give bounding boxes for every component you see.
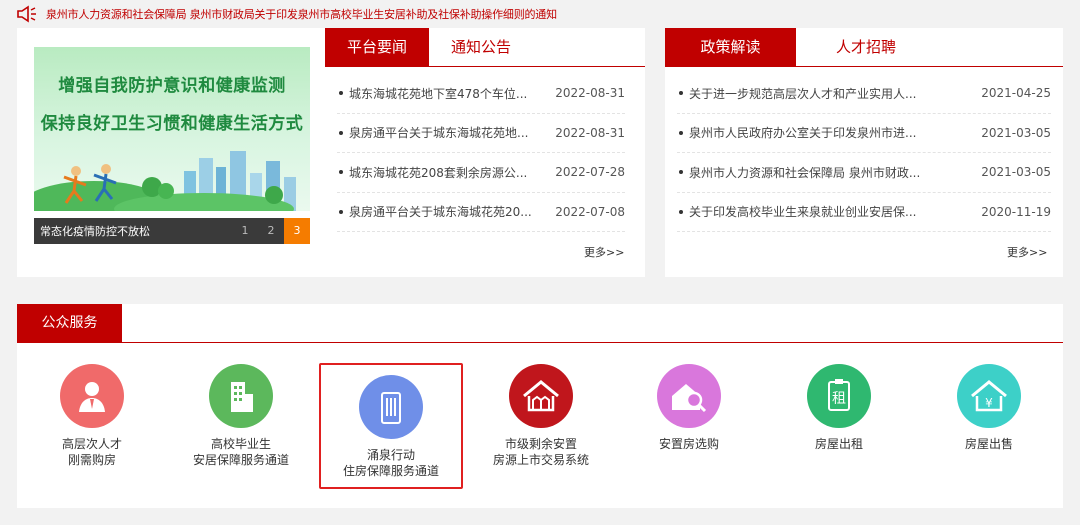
bullet-icon [679, 130, 683, 135]
news-title[interactable]: 城东海城花苑地下室478个车位... [349, 85, 555, 102]
tab-policy-interpretation[interactable]: 政策解读 [665, 28, 796, 67]
list-item[interactable]: 泉房通平台关于城东海城花苑20... 2022-07-08 [337, 193, 625, 232]
left-tabs: 平台要闻 通知公告 [325, 28, 645, 67]
news-title[interactable]: 泉房通平台关于城东海城花苑地... [349, 124, 555, 141]
banner-carousel[interactable]: 增强自我防护意识和健康监测 保持良好卫生习惯和健康生活方式 常态化疫情防控不放松… [34, 47, 310, 244]
left-news-list: 城东海城花苑地下室478个车位... 2022-08-31 泉房通平台关于城东海… [337, 74, 625, 232]
service-label: 安置房选购 [614, 436, 764, 452]
svg-text:租: 租 [832, 391, 846, 407]
list-item[interactable]: 泉州市人力资源和社会保障局 泉州市财政... 2021-03-05 [677, 153, 1051, 193]
tower-icon [359, 375, 423, 439]
list-item[interactable]: 城东海城花苑地下室478个车位... 2022-08-31 [337, 74, 625, 114]
tab-platform-news[interactable]: 平台要闻 [325, 28, 429, 67]
news-title[interactable]: 关于进一步规范高层次人才和产业实用人... [689, 85, 981, 102]
service-label-line1: 涌泉行动 [366, 448, 415, 462]
carousel-page-3[interactable]: 3 [284, 218, 310, 244]
service-label-line2: 刚需购房 [67, 453, 116, 467]
bullet-icon [679, 209, 683, 214]
news-date: 2021-03-05 [981, 125, 1051, 140]
service-label-line1: 房屋出售 [964, 437, 1013, 451]
news-title[interactable]: 泉州市人力资源和社会保障局 泉州市财政... [689, 164, 981, 181]
notice-text[interactable]: 泉州市人力资源和社会保障局 泉州市财政局关于印发泉州市高校毕业生安居补助及社保补… [46, 6, 557, 22]
service-label: 房屋出租 [764, 436, 914, 452]
service-label-line2: 房源上市交易系统 [492, 453, 589, 467]
news-date: 2022-07-08 [555, 204, 625, 219]
sale-icon: ¥ [957, 364, 1021, 428]
service-label-line1: 市级剩余安置 [504, 437, 577, 451]
houses-icon [509, 364, 573, 428]
bullet-icon [339, 170, 343, 175]
news-panel-right: 政策解读 人才招聘 关于进一步规范高层次人才和产业实用人... 2021-04-… [665, 28, 1063, 277]
bullet-icon [339, 130, 343, 135]
banner-image[interactable]: 增强自我防护意识和健康监测 保持良好卫生习惯和健康生活方式 [34, 47, 310, 218]
news-date: 2021-03-05 [981, 165, 1051, 180]
service-resettlement-purchase[interactable]: 安置房选购 [614, 364, 764, 452]
building-icon [209, 364, 273, 428]
service-talent-housing[interactable]: 高层次人才 刚需购房 [17, 364, 167, 468]
news-title[interactable]: 关于印发高校毕业生来泉就业创业安居保... [689, 203, 981, 220]
service-label: 市级剩余安置 房源上市交易系统 [466, 436, 616, 468]
banner-line-2: 保持良好卫生习惯和健康生活方式 [40, 114, 304, 134]
service-label-line1: 房屋出租 [814, 437, 863, 451]
bullet-icon [339, 91, 343, 96]
news-title[interactable]: 泉房通平台关于城东海城花苑20... [349, 203, 555, 220]
news-date: 2021-04-25 [981, 86, 1051, 101]
service-label-line1: 高层次人才 [61, 437, 122, 451]
list-item[interactable]: 泉房通平台关于城东海城花苑地... 2022-08-31 [337, 114, 625, 153]
city-skyline-illustration [34, 151, 310, 218]
list-item[interactable]: 关于进一步规范高层次人才和产业实用人... 2021-04-25 [677, 74, 1051, 114]
tab-notices[interactable]: 通知公告 [429, 28, 533, 67]
carousel-caption[interactable]: 常态化疫情防控不放松 [34, 223, 232, 239]
news-date: 2022-07-28 [555, 165, 625, 180]
right-tabs: 政策解读 人才招聘 [665, 28, 1063, 67]
carousel-page-1[interactable]: 1 [232, 218, 258, 244]
more-link-left[interactable]: 更多>> [584, 244, 624, 260]
megaphone-icon [16, 5, 38, 23]
services-header: 公众服务 [17, 304, 1063, 343]
news-date: 2020-11-19 [981, 204, 1051, 219]
service-label: 涌泉行动 住房保障服务通道 [321, 447, 461, 479]
house-search-icon [657, 364, 721, 428]
bullet-icon [679, 91, 683, 96]
bullet-icon [339, 209, 343, 214]
list-item[interactable]: 泉州市人民政府办公室关于印发泉州市进... 2021-03-05 [677, 114, 1051, 153]
service-house-rent[interactable]: 租 房屋出租 [764, 364, 914, 452]
bullet-icon [679, 170, 683, 175]
service-yongquan-action[interactable]: 涌泉行动 住房保障服务通道 [319, 363, 463, 489]
public-services-panel: 公众服务 高层次人才 刚需购房 高校毕业生 安居保障服务通道 涌泉行动 住房保障… [17, 304, 1063, 508]
service-graduate-housing[interactable]: 高校毕业生 安居保障服务通道 [166, 364, 316, 468]
banner-line-1: 增强自我防护意识和健康监测 [58, 76, 286, 96]
news-panel-left: 增强自我防护意识和健康监测 保持良好卫生习惯和健康生活方式 常态化疫情防控不放松… [17, 28, 645, 277]
list-item[interactable]: 城东海城花苑208套剩余房源公... 2022-07-28 [337, 153, 625, 193]
service-label-line2: 住房保障服务通道 [342, 464, 439, 478]
service-label-line2: 安居保障服务通道 [192, 453, 289, 467]
service-resettlement-trading[interactable]: 市级剩余安置 房源上市交易系统 [466, 364, 616, 468]
service-label-line1: 安置房选购 [658, 437, 719, 451]
news-date: 2022-08-31 [555, 125, 625, 140]
person-icon [60, 364, 124, 428]
right-news-list: 关于进一步规范高层次人才和产业实用人... 2021-04-25 泉州市人民政府… [677, 74, 1051, 232]
svg-text:¥: ¥ [985, 396, 993, 410]
tab-talent-recruitment[interactable]: 人才招聘 [796, 28, 936, 67]
service-label: 高层次人才 刚需购房 [17, 436, 167, 468]
notice-bar[interactable]: 泉州市人力资源和社会保障局 泉州市财政局关于印发泉州市高校毕业生安居补助及社保补… [0, 0, 1080, 28]
carousel-page-2[interactable]: 2 [258, 218, 284, 244]
service-label: 房屋出售 [914, 436, 1064, 452]
more-link-right[interactable]: 更多>> [1007, 244, 1047, 260]
list-item[interactable]: 关于印发高校毕业生来泉就业创业安居保... 2020-11-19 [677, 193, 1051, 232]
carousel-caption-bar: 常态化疫情防控不放松 1 2 3 [34, 218, 310, 244]
service-label-line1: 高校毕业生 [210, 437, 271, 451]
services-title: 公众服务 [17, 304, 122, 343]
rent-icon: 租 [807, 364, 871, 428]
news-title[interactable]: 泉州市人民政府办公室关于印发泉州市进... [689, 124, 981, 141]
service-label: 高校毕业生 安居保障服务通道 [166, 436, 316, 468]
carousel-pager: 1 2 3 [232, 218, 310, 244]
news-date: 2022-08-31 [555, 86, 625, 101]
service-house-sale[interactable]: ¥ 房屋出售 [914, 364, 1064, 452]
news-title[interactable]: 城东海城花苑208套剩余房源公... [349, 164, 555, 181]
